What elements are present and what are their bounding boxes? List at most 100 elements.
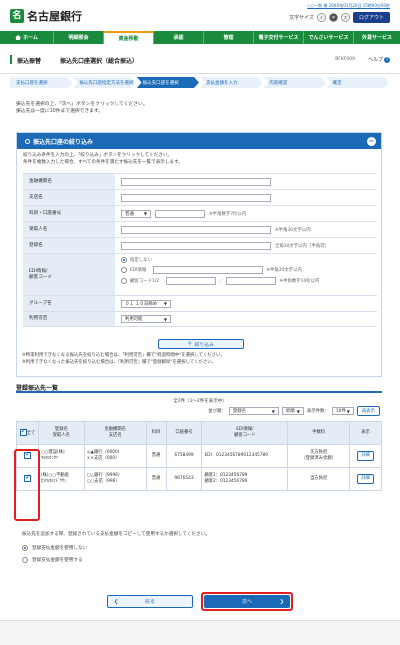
detail-button[interactable]: 詳細 [357,451,374,461]
group-row: グループ名 ０１ １０日締め ▼ [23,295,377,311]
col-edi: EDI情報/ 顧客コード [201,421,289,445]
per-page-select[interactable]: 10件 ▼ [331,407,354,415]
back-label: 戻る [144,599,155,605]
edi-option-none-label: 指定しない [130,258,152,263]
nav-transfers[interactable]: 資金移動 [104,31,154,44]
logout-button[interactable]: ログアウト [352,12,390,23]
text-size-small-button[interactable]: 小 [316,13,326,22]
chevron-down-icon: ▼ [296,408,300,414]
nav-home-label: ホーム [23,35,38,41]
row-fee: 先方負担 （登録済み金額） [287,444,351,468]
row-detail-cell: 詳細 [349,467,382,491]
row-kana: ﾏﾙﾏﾙｹﾝｾﾂ [40,456,59,461]
select-all-header[interactable]: 全て [16,421,39,445]
status-select[interactable]: 利用可能 ▼ [121,315,171,323]
status-value: 利用可能 [125,317,143,322]
group-label: グループ名 [23,296,115,311]
nav-admin[interactable]: 管理 [204,31,254,44]
title-accent [10,55,12,64]
copy-amount-option-no[interactable]: 登録支払金額を使用しない [22,545,87,551]
bank-name-input[interactable] [121,177,271,186]
table-row[interactable]: (株)○○不動産ｶ)ﾏﾙﾏﾙﾌﾄﾞｳｻﾝ □△銀行（9996）○○支店（996）… [16,467,382,491]
account-number-input[interactable] [155,209,205,218]
bank-name: 名古屋銀行 [27,10,82,23]
nav-home[interactable]: ホーム [0,31,54,44]
header: 名 名古屋銀行 ○○一郎 様 20XX年01月20日 15時00分00秒 文字サ… [0,0,400,31]
row-kana: ｶ)ﾏﾙﾏﾙﾌﾄﾞｳｻﾝ [40,479,67,484]
step-4: 支払金額を入力 [199,77,263,88]
redisplay-button[interactable]: 再表示 [356,406,380,416]
intro-text: 振込先を選択の上、「次へ」ボタンをクリックしてください。 振込先は一度に10件ま… [16,101,148,115]
filter-note-2: ※利用できなくなった振込先を絞り込む場合は、「利用可否」欄で"登録解除"を選択し… [22,359,217,365]
reg-name-note: 全角30文字以内［半角可］ [275,243,329,249]
chevron-left-icon: ❮ [114,598,119,605]
filter-title: 振込先口座の絞り込み [33,138,94,146]
edi-input[interactable] [153,266,264,274]
edi-option-code-label: 顧客コード1/2 [130,279,160,284]
code-slash: ／ [219,279,224,284]
row-edi: 顧客1：0123456789 顧客2：0123456789 [201,467,289,491]
customer-code-1-input[interactable] [166,277,217,285]
nav-densai[interactable]: でんさいサービス [304,31,354,44]
col-account: 口座番号 [165,421,203,445]
edi-option-none[interactable]: 指定しない [121,257,152,263]
account-type-select[interactable]: 普通 ▼ [121,209,151,218]
row-branch: ××支店（000） [86,456,120,461]
recipient-name-input[interactable] [121,225,271,234]
row-type: 普通 [145,444,167,468]
help-link[interactable]: ヘルプ? [368,56,390,63]
radio-selected-icon [121,257,127,263]
table-row[interactable]: ○○建設(株)ﾏﾙﾏﾙｹﾝｾﾂ ◎▲銀行（0000）××支店（000） 普通 6… [16,444,382,468]
text-size-medium-button[interactable]: 中 [328,13,338,22]
edi-option-edi[interactable]: EDI情報 ※半角20文字以内 [121,266,302,274]
registered-name-input[interactable] [121,241,271,250]
col-fee: 手数料 [287,421,351,445]
checkbox-checked-icon[interactable] [19,428,27,436]
customer-code-2-input[interactable] [226,277,277,285]
chevron-down-icon: ▼ [163,301,167,306]
filter-description: 絞り込み条件を入力の上、「絞り込み」ボタンをクリックしてください。 条件を複数入… [17,149,381,170]
status-label: 利用可否 [23,312,115,326]
edi-row: EDI情報/ 顧客コード 指定しない EDI情報 ※半角20文字以内 顧客コード1… [23,253,377,295]
per-page-value: 10件 [335,409,346,414]
user-info: ○○一郎 様 20XX年01月20日 15時00分00秒 [307,3,390,9]
order-value: 昇順 [285,409,295,414]
back-button[interactable]: ❮ 戻る [107,595,193,608]
order-select[interactable]: 昇順 ▼ [281,407,304,415]
copy-amount-description: 振込先を追加する際、登録されている支払金額をコピーして使用するか選択してください… [22,532,210,537]
page: 名 名古屋銀行 ○○一郎 様 20XX年01月20日 15時00分00秒 文字サ… [0,0,400,645]
edi-option-customer-code[interactable]: 顧客コード1/2 ／ ※半角数字10桁以内 [121,277,319,285]
copy-amount-option-yes[interactable]: 登録支払金額を使用する [22,557,83,563]
row-bank-cell: □△銀行（9996） ○○支店（996） [83,467,147,491]
nav-approval[interactable]: 承認 [154,31,204,44]
radio-icon [121,278,127,284]
user-name[interactable]: ○○一郎 様 20XX年01月20日 15時00分00秒 [307,3,390,8]
chevron-down-icon: ▼ [346,408,350,414]
filter-desc-2: 条件を複数入力した場合、すべての条件を満たす振込先を一覧で表示します。 [23,159,183,165]
payee-list-title: 登録振込先一覧 [16,380,382,393]
filter-button[interactable]: ⚲ 絞り込み [158,339,244,349]
reg-name-label: 登録名 [23,238,115,253]
account-note: ※半角数字7桁以内 [209,211,247,217]
row-name-cell: ○○建設(株) ﾏﾙﾏﾙｹﾝｾﾂ [37,444,85,468]
recipient-row: 受取人名 ※半角30文字以内 [23,221,377,237]
nav-foreign-currency[interactable]: 外貨サービス [354,31,400,44]
bank-label: 金融機関名 [23,174,115,189]
branch-name-input[interactable] [121,193,271,202]
detail-button[interactable]: 詳細 [357,474,374,484]
nav-statements[interactable]: 明細照会 [54,31,104,44]
collapse-icon[interactable]: − [367,137,376,146]
filter-panel-header[interactable]: 振込先口座の絞り込み [17,133,381,149]
branch-row: 支店名 [23,189,377,205]
payee-table: 全て 登録名 受取人名 金融機関名 支店名 科目 口座番号 EDI情報/ 顧客コ… [16,421,382,491]
row-bank-cell: ◎▲銀行（0000） ××支店（000） [83,444,147,468]
col-bank: 金融機関名 支店名 [83,421,147,445]
edi-label: EDI情報/ 顧客コード [23,254,115,295]
text-size-large-button[interactable]: 大 [340,13,350,22]
nav-e-delivery[interactable]: 電子交付サービス [254,31,304,44]
row-detail-cell: 詳細 [349,444,382,468]
group-select[interactable]: ０１ １０日締め ▼ [121,299,171,308]
intro-line-1: 振込先を選択の上、「次へ」ボタンをクリックしてください。 [16,102,148,107]
screen-code: BFKF009 [335,57,355,62]
sort-select[interactable]: 登録名 ▼ [228,407,279,415]
